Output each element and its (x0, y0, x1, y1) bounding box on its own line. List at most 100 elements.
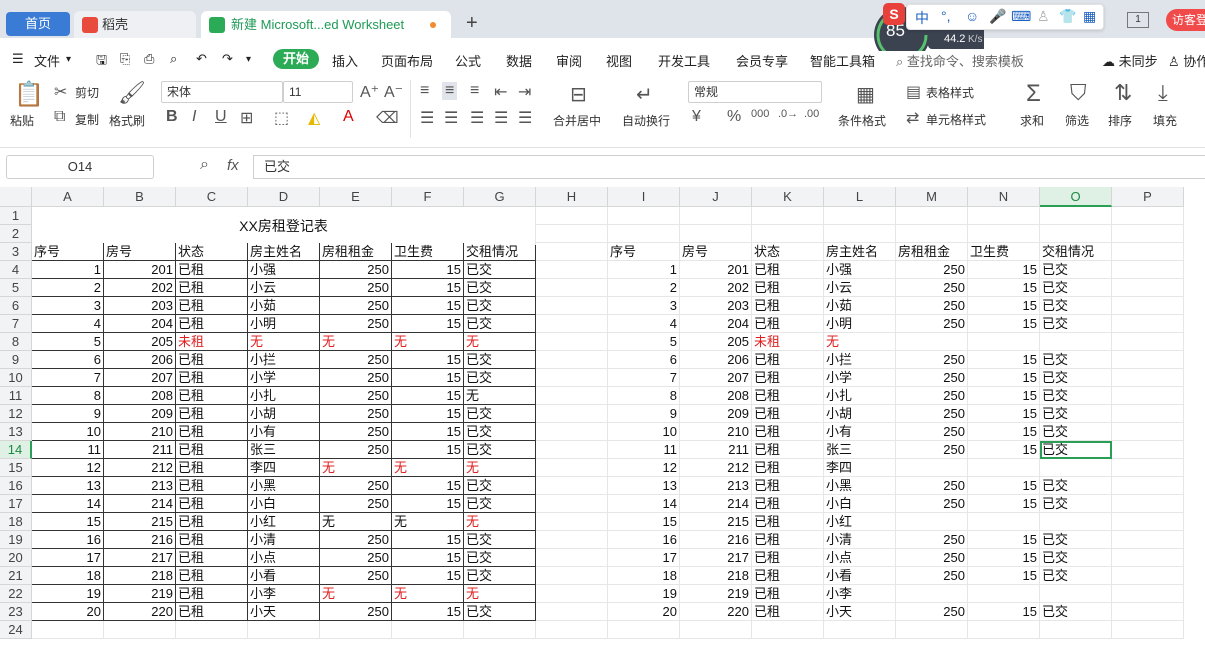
table-cell[interactable]: 15 (968, 405, 1040, 423)
empty-cell[interactable] (536, 531, 608, 549)
table-cell[interactable]: 已租 (176, 261, 248, 279)
empty-cell[interactable] (104, 621, 176, 639)
row-header-14[interactable]: 14 (0, 441, 32, 459)
table-cell[interactable]: 12 (608, 459, 680, 477)
empty-cell[interactable] (1112, 585, 1184, 603)
table-cell[interactable]: 211 (104, 441, 176, 459)
table-cell[interactable]: 210 (104, 423, 176, 441)
row-header-15[interactable]: 15 (0, 459, 32, 477)
table-cell[interactable]: 219 (680, 585, 752, 603)
copy-button[interactable]: 复制 (75, 111, 99, 128)
menu-insert[interactable]: 插入 (332, 51, 358, 70)
table-cell[interactable]: 7 (608, 369, 680, 387)
empty-cell[interactable] (464, 621, 536, 639)
table-cell[interactable]: 250 (320, 279, 392, 297)
table-cell[interactable]: 无 (464, 459, 536, 477)
table-cell[interactable]: 已租 (176, 405, 248, 423)
table-cell[interactable]: 已租 (752, 477, 824, 495)
table-cell[interactable]: 20 (32, 603, 104, 621)
table-cell[interactable] (1040, 459, 1112, 477)
table-cell[interactable]: 已租 (176, 351, 248, 369)
table-cell[interactable] (1040, 513, 1112, 531)
table-cell[interactable]: 9 (608, 405, 680, 423)
align-middle-icon[interactable]: ≡ (442, 82, 458, 100)
table-cell[interactable]: 15 (392, 549, 464, 567)
table-cell[interactable]: 已租 (752, 279, 824, 297)
row-header-21[interactable]: 21 (0, 567, 32, 585)
table-cell[interactable]: 250 (896, 315, 968, 333)
table-cell[interactable]: 18 (608, 567, 680, 585)
empty-cell[interactable] (1112, 279, 1184, 297)
empty-cell[interactable] (1040, 225, 1112, 243)
column-header-O[interactable]: O (1040, 187, 1112, 207)
table-cell[interactable]: 250 (320, 477, 392, 495)
table-style-icon[interactable]: ▤ (906, 82, 921, 102)
table-cell[interactable]: 10 (608, 423, 680, 441)
table-cell[interactable]: 已交 (1040, 549, 1112, 567)
visitor-login-button[interactable]: 访客登 (1166, 9, 1205, 31)
justify-icon[interactable]: ☰ (494, 108, 508, 128)
table-cell[interactable]: 15 (392, 567, 464, 585)
table-cell[interactable]: 无 (464, 513, 536, 531)
cut-icon[interactable]: ✂ (54, 82, 67, 102)
table-cell[interactable]: 15 (392, 315, 464, 333)
empty-cell[interactable] (608, 621, 680, 639)
sort-icon[interactable]: ⇅ (1114, 80, 1132, 106)
table-cell[interactable]: 250 (896, 279, 968, 297)
table-cell[interactable]: 219 (104, 585, 176, 603)
table-cell[interactable]: 未租 (176, 333, 248, 351)
table-cell[interactable]: 206 (104, 351, 176, 369)
table-cell[interactable]: 210 (680, 423, 752, 441)
table-cell[interactable]: 已租 (176, 513, 248, 531)
empty-cell[interactable] (320, 621, 392, 639)
table-cell[interactable]: 14 (608, 495, 680, 513)
table-cell[interactable]: 无 (392, 459, 464, 477)
table-cell[interactable]: 15 (392, 477, 464, 495)
row-header-18[interactable]: 18 (0, 513, 32, 531)
table-cell[interactable]: 15 (392, 441, 464, 459)
table-cell[interactable] (968, 459, 1040, 477)
empty-cell[interactable] (1112, 441, 1184, 459)
table-cell[interactable]: 250 (896, 351, 968, 369)
table-cell[interactable]: 小学 (248, 369, 320, 387)
column-header-K[interactable]: K (752, 187, 824, 207)
table-cell[interactable]: 15 (968, 369, 1040, 387)
empty-cell[interactable] (896, 207, 968, 225)
table-cell[interactable]: 212 (680, 459, 752, 477)
table-cell[interactable]: 小拦 (248, 351, 320, 369)
column-header-C[interactable]: C (176, 187, 248, 207)
sync-status[interactable]: ☁ 未同步 (1102, 51, 1158, 70)
table-cell[interactable]: 9 (32, 405, 104, 423)
empty-cell[interactable] (536, 567, 608, 585)
table-cell[interactable]: 已租 (752, 315, 824, 333)
empty-cell[interactable] (1112, 369, 1184, 387)
table-header-cell[interactable]: 交租情况 (1040, 243, 1112, 261)
conditional-format-button[interactable]: 条件格式 (838, 112, 886, 129)
table-cell[interactable]: 已租 (752, 459, 824, 477)
row-header-11[interactable]: 11 (0, 387, 32, 405)
table-cell[interactable]: 19 (608, 585, 680, 603)
print-icon[interactable]: ⎙ (144, 51, 154, 67)
table-cell[interactable]: 已租 (752, 297, 824, 315)
currency-icon[interactable]: ¥ (692, 108, 701, 126)
tab-docer[interactable]: 稻壳 (74, 11, 196, 38)
table-cell[interactable]: 250 (320, 549, 392, 567)
table-cell[interactable] (1040, 333, 1112, 351)
table-cell[interactable]: 208 (104, 387, 176, 405)
table-cell[interactable]: 203 (104, 297, 176, 315)
table-cell[interactable]: 205 (104, 333, 176, 351)
align-bottom-icon[interactable]: ≡ (470, 82, 479, 100)
empty-cell[interactable] (1040, 207, 1112, 225)
empty-cell[interactable] (392, 621, 464, 639)
auto-wrap-button[interactable]: 自动换行 (622, 112, 670, 129)
table-cell[interactable]: 已租 (176, 585, 248, 603)
row-header-1[interactable]: 1 (0, 207, 32, 225)
row-header-8[interactable]: 8 (0, 333, 32, 351)
table-cell[interactable]: 11 (32, 441, 104, 459)
format-painter-icon[interactable]: 🖌 (118, 80, 146, 106)
table-cell[interactable]: 已租 (752, 567, 824, 585)
empty-cell[interactable] (536, 549, 608, 567)
row-header-4[interactable]: 4 (0, 261, 32, 279)
tab-workbook[interactable]: 新建 Microsoft...ed Worksheet (201, 11, 451, 38)
empty-cell[interactable] (536, 477, 608, 495)
